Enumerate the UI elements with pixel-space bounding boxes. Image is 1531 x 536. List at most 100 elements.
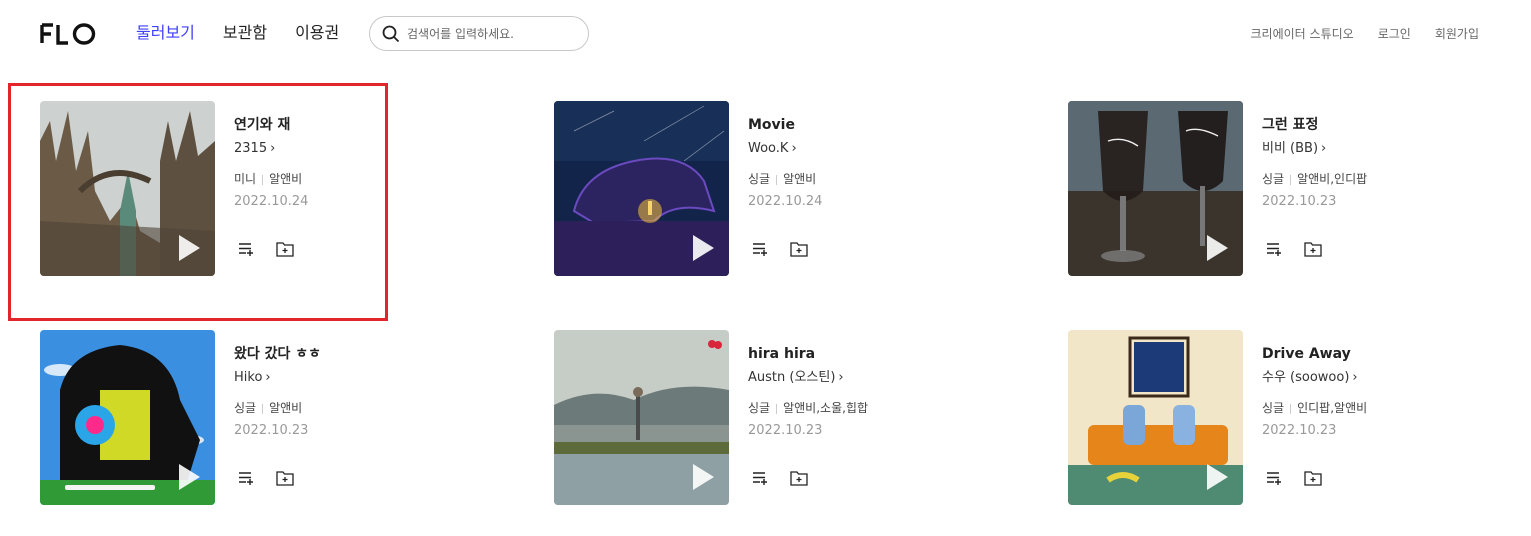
flo-logo[interactable] xyxy=(40,22,96,46)
album-genre: 알앤비,소울,힙합 xyxy=(783,401,869,415)
release-date: 2022.10.23 xyxy=(1262,423,1337,438)
release-date: 2022.10.23 xyxy=(234,423,309,438)
album-cover[interactable] xyxy=(554,330,729,505)
play-icon[interactable] xyxy=(177,463,201,491)
meta-divider xyxy=(1290,403,1292,414)
chevron-right-icon: › xyxy=(1321,141,1327,156)
artist-name[interactable]: Woo.K xyxy=(748,141,788,156)
search-icon[interactable] xyxy=(382,25,400,43)
album-artist[interactable]: 비비 (BB) › xyxy=(1262,140,1367,158)
main-nav: 둘러보기 보관함 이용권 xyxy=(136,22,367,44)
add-to-playlist-icon[interactable] xyxy=(1266,241,1284,257)
search-input[interactable] xyxy=(407,26,577,41)
album-actions xyxy=(1266,241,1322,257)
album-title[interactable]: 그런 표정 xyxy=(1262,115,1367,135)
album-card: 그런 표정 비비 (BB) › 싱글 알앤비,인디팝 2022.10.23 xyxy=(1068,101,1468,277)
add-to-folder-icon[interactable] xyxy=(1304,241,1322,257)
play-icon[interactable] xyxy=(177,234,201,262)
album-genre: 알앤비 xyxy=(783,172,817,186)
album-info: Drive Away 수우 (soowoo) › 싱글 인디팝,알앤비 2022.1… xyxy=(1262,344,1367,440)
album-cover[interactable] xyxy=(40,101,215,276)
add-to-folder-icon[interactable] xyxy=(790,241,808,257)
add-to-folder-icon[interactable] xyxy=(276,241,294,257)
meta-divider xyxy=(776,174,778,185)
album-meta: 싱글 알앤비 xyxy=(748,171,822,187)
album-card: hira hira Austn (오스틴) › 싱글 알앤비,소울,힙합 2022.… xyxy=(554,330,954,506)
album-title[interactable]: 왔다 갔다 ㅎㅎ xyxy=(234,344,321,364)
album-info: 연기와 재 2315 › 미니 알앤비 2022.10.24 xyxy=(234,115,308,211)
album-title[interactable]: Drive Away xyxy=(1262,344,1367,364)
nav-pass[interactable]: 이용권 xyxy=(295,22,339,44)
util-links: 크리에이터 스튜디오 로그인 회원가입 xyxy=(1251,25,1479,42)
play-icon[interactable] xyxy=(1205,234,1229,262)
add-to-folder-icon[interactable] xyxy=(790,470,808,486)
meta-divider xyxy=(262,174,264,185)
album-title[interactable]: 연기와 재 xyxy=(234,115,308,135)
chevron-right-icon: › xyxy=(270,141,276,156)
add-to-playlist-icon[interactable] xyxy=(238,241,256,257)
release-date: 2022.10.23 xyxy=(1262,194,1337,209)
search-box[interactable] xyxy=(369,16,589,51)
meta-divider xyxy=(262,403,264,414)
album-actions xyxy=(238,470,294,486)
artist-name[interactable]: 2315 xyxy=(234,141,267,156)
top-header: 둘러보기 보관함 이용권 크리에이터 스튜디오 로그인 회원가입 xyxy=(0,0,1531,66)
chevron-right-icon: › xyxy=(791,141,797,156)
artist-name[interactable]: Hiko xyxy=(234,370,262,385)
album-card: Movie Woo.K › 싱글 알앤비 2022.10.24 xyxy=(554,101,954,277)
album-title[interactable]: hira hira xyxy=(748,344,868,364)
album-artist[interactable]: Woo.K › xyxy=(748,140,822,158)
add-to-playlist-icon[interactable] xyxy=(1266,470,1284,486)
album-actions xyxy=(1266,470,1322,486)
meta-divider xyxy=(1290,174,1292,185)
release-date: 2022.10.24 xyxy=(748,194,823,209)
play-icon[interactable] xyxy=(691,234,715,262)
album-cover[interactable] xyxy=(554,101,729,276)
add-to-folder-icon[interactable] xyxy=(1304,470,1322,486)
release-date: 2022.10.24 xyxy=(234,194,309,209)
album-meta: 싱글 인디팝,알앤비 xyxy=(1262,400,1367,416)
play-icon[interactable] xyxy=(1205,463,1229,491)
album-genre: 알앤비 xyxy=(269,172,303,186)
nav-library[interactable]: 보관함 xyxy=(223,22,267,44)
album-card: 연기와 재 2315 › 미니 알앤비 2022.10.24 xyxy=(40,101,440,277)
creator-studio-link[interactable]: 크리에이터 스튜디오 xyxy=(1251,25,1354,42)
album-genre: 알앤비,인디팝 xyxy=(1297,172,1368,186)
add-to-playlist-icon[interactable] xyxy=(238,470,256,486)
album-actions xyxy=(752,241,808,257)
album-genre: 인디팝,알앤비 xyxy=(1297,401,1368,415)
add-to-playlist-icon[interactable] xyxy=(752,470,770,486)
album-cover[interactable] xyxy=(1068,330,1243,505)
album-meta: 싱글 알앤비 xyxy=(234,400,321,416)
album-artist[interactable]: 수우 (soowoo) › xyxy=(1262,369,1367,387)
meta-divider xyxy=(776,403,778,414)
chevron-right-icon: › xyxy=(1352,370,1358,385)
add-to-playlist-icon[interactable] xyxy=(752,241,770,257)
artist-name[interactable]: 수우 (soowoo) xyxy=(1262,370,1349,385)
album-info: hira hira Austn (오스틴) › 싱글 알앤비,소울,힙합 2022.… xyxy=(748,344,868,440)
album-artist[interactable]: 2315 › xyxy=(234,140,308,158)
chevron-right-icon: › xyxy=(838,370,844,385)
signup-link[interactable]: 회원가입 xyxy=(1435,25,1479,42)
album-artist[interactable]: Hiko › xyxy=(234,369,321,387)
album-meta: 싱글 알앤비,인디팝 xyxy=(1262,171,1367,187)
album-type: 싱글 xyxy=(1262,172,1285,186)
artist-name[interactable]: 비비 (BB) xyxy=(1262,141,1318,156)
release-date: 2022.10.23 xyxy=(748,423,823,438)
album-cover[interactable] xyxy=(40,330,215,505)
login-link[interactable]: 로그인 xyxy=(1378,25,1411,42)
album-type: 싱글 xyxy=(234,401,257,415)
add-to-folder-icon[interactable] xyxy=(276,470,294,486)
album-card: 왔다 갔다 ㅎㅎ Hiko › 싱글 알앤비 2022.10.23 xyxy=(40,330,440,506)
album-title[interactable]: Movie xyxy=(748,115,822,135)
album-genre: 알앤비 xyxy=(269,401,303,415)
artist-name[interactable]: Austn (오스틴) xyxy=(748,370,835,385)
play-icon[interactable] xyxy=(691,463,715,491)
album-info: 그런 표정 비비 (BB) › 싱글 알앤비,인디팝 2022.10.23 xyxy=(1262,115,1367,211)
album-actions xyxy=(238,241,294,257)
album-actions xyxy=(752,470,808,486)
album-cover[interactable] xyxy=(1068,101,1243,276)
chevron-right-icon: › xyxy=(265,370,271,385)
nav-browse[interactable]: 둘러보기 xyxy=(136,22,195,44)
album-artist[interactable]: Austn (오스틴) › xyxy=(748,369,868,387)
